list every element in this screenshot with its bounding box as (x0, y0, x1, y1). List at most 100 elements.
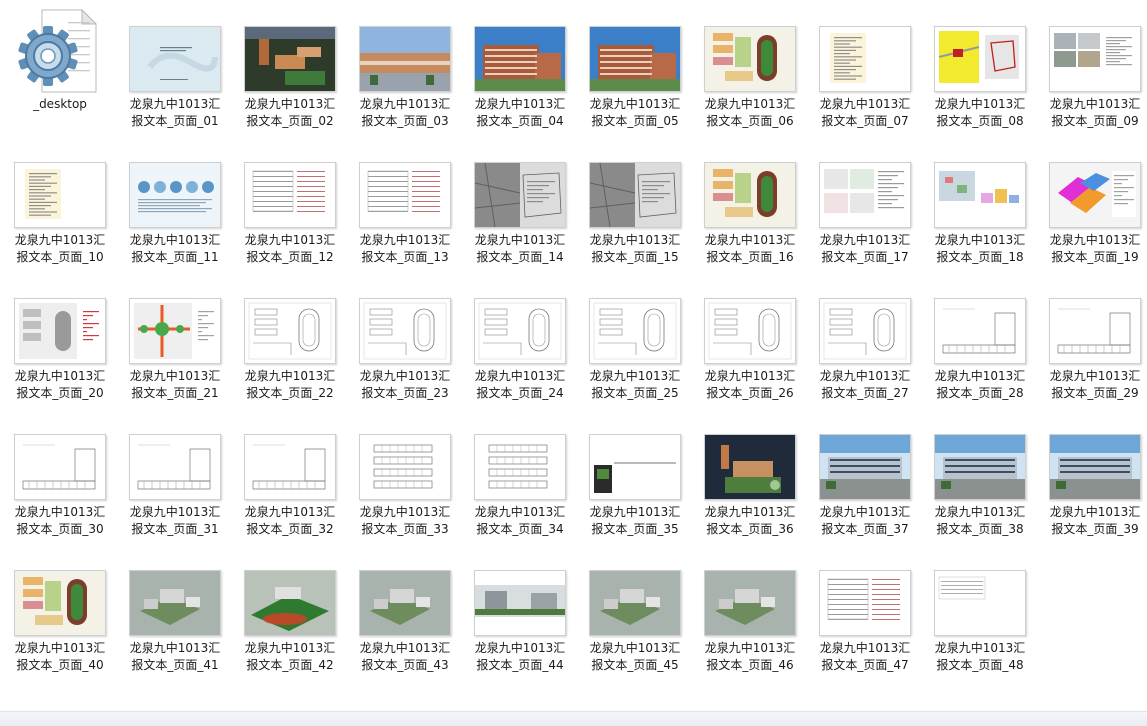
file-name-label: 龙泉九中1013汇 报文本_页面_16 (704, 233, 796, 264)
file-name-label: 龙泉九中1013汇 报文本_页面_09 (1049, 97, 1141, 128)
pdf-page-file[interactable]: 龙泉九中1013汇 报文本_页面_15 (581, 136, 689, 264)
pdf-page-file[interactable]: 龙泉九中1013汇 报文本_页面_39 (1041, 408, 1147, 536)
pdf-page-file[interactable]: 龙泉九中1013汇 报文本_页面_41 (121, 544, 229, 672)
pdf-page-file[interactable]: 龙泉九中1013汇 报文本_页面_19 (1041, 136, 1147, 264)
pdf-page-file[interactable]: 龙泉九中1013汇 报文本_页面_29 (1041, 272, 1147, 400)
file-name-label: 龙泉九中1013汇 报文本_页面_47 (819, 641, 911, 672)
file-name-label: 龙泉九中1013汇 报文本_页面_26 (704, 369, 796, 400)
file-name-label: 龙泉九中1013汇 报文本_页面_08 (934, 97, 1026, 128)
file-thumbnail-icon (589, 162, 681, 228)
pdf-page-file[interactable]: 龙泉九中1013汇 报文本_页面_06 (696, 0, 804, 128)
file-name-label: 龙泉九中1013汇 报文本_页面_37 (819, 505, 911, 536)
file-thumbnail-icon (359, 162, 451, 228)
pdf-page-file[interactable]: 龙泉九中1013汇 报文本_页面_20 (6, 272, 114, 400)
file-name-label: 龙泉九中1013汇 报文本_页面_22 (244, 369, 336, 400)
pdf-page-file[interactable]: 龙泉九中1013汇 报文本_页面_18 (926, 136, 1034, 264)
file-name-label: 龙泉九中1013汇 报文本_页面_01 (129, 97, 221, 128)
file-thumbnail-icon (244, 298, 336, 364)
file-thumbnail-icon (474, 298, 566, 364)
file-name-label: 龙泉九中1013汇 报文本_页面_04 (474, 97, 566, 128)
file-thumbnail-icon (14, 570, 106, 636)
pdf-page-file[interactable]: 龙泉九中1013汇 报文本_页面_43 (351, 544, 459, 672)
status-bar (0, 711, 1147, 726)
file-thumbnail-icon (244, 26, 336, 92)
file-thumbnail-icon (359, 298, 451, 364)
file-thumbnail-icon (934, 434, 1026, 500)
file-thumbnail-icon (819, 162, 911, 228)
pdf-page-file[interactable]: 龙泉九中1013汇 报文本_页面_45 (581, 544, 689, 672)
file-name-label: 龙泉九中1013汇 报文本_页面_10 (14, 233, 106, 264)
file-name-label: 龙泉九中1013汇 报文本_页面_27 (819, 369, 911, 400)
pdf-page-file[interactable]: 龙泉九中1013汇 报文本_页面_32 (236, 408, 344, 536)
file-name-label: 龙泉九中1013汇 报文本_页面_32 (244, 505, 336, 536)
file-thumbnail-icon (589, 26, 681, 92)
pdf-page-file[interactable]: 龙泉九中1013汇 报文本_页面_36 (696, 408, 804, 536)
pdf-page-file[interactable]: 龙泉九中1013汇 报文本_页面_01 (121, 0, 229, 128)
pdf-page-file[interactable]: 龙泉九中1013汇 报文本_页面_13 (351, 136, 459, 264)
file-thumbnail-icon (934, 570, 1026, 636)
pdf-page-file[interactable]: 龙泉九中1013汇 报文本_页面_24 (466, 272, 574, 400)
file-thumbnail-icon (704, 434, 796, 500)
file-thumbnail-icon (474, 162, 566, 228)
file-thumbnail-icon (129, 162, 221, 228)
pdf-page-file[interactable]: 龙泉九中1013汇 报文本_页面_10 (6, 136, 114, 264)
file-name-label: 龙泉九中1013汇 报文本_页面_13 (359, 233, 451, 264)
file-thumbnail-icon (819, 570, 911, 636)
pdf-page-file[interactable]: 龙泉九中1013汇 报文本_页面_46 (696, 544, 804, 672)
file-thumbnail-icon (704, 26, 796, 92)
pdf-page-file[interactable]: 龙泉九中1013汇 报文本_页面_44 (466, 544, 574, 672)
pdf-page-file[interactable]: 龙泉九中1013汇 报文本_页面_31 (121, 408, 229, 536)
file-thumbnail-icon (359, 434, 451, 500)
pdf-page-file[interactable]: 龙泉九中1013汇 报文本_页面_14 (466, 136, 574, 264)
pdf-page-file[interactable]: 龙泉九中1013汇 报文本_页面_28 (926, 272, 1034, 400)
pdf-page-file[interactable]: 龙泉九中1013汇 报文本_页面_47 (811, 544, 919, 672)
pdf-page-file[interactable]: 龙泉九中1013汇 报文本_页面_04 (466, 0, 574, 128)
pdf-page-file[interactable]: 龙泉九中1013汇 报文本_页面_40 (6, 544, 114, 672)
file-thumbnail-icon (244, 162, 336, 228)
file-name-label: 龙泉九中1013汇 报文本_页面_15 (589, 233, 681, 264)
pdf-page-file[interactable]: 龙泉九中1013汇 报文本_页面_26 (696, 272, 804, 400)
file-thumbnail-icon (589, 570, 681, 636)
pdf-page-file[interactable]: 龙泉九中1013汇 报文本_页面_30 (6, 408, 114, 536)
pdf-page-file[interactable]: 龙泉九中1013汇 报文本_页面_33 (351, 408, 459, 536)
file-thumbnail-icon (244, 434, 336, 500)
pdf-page-file[interactable]: 龙泉九中1013汇 报文本_页面_05 (581, 0, 689, 128)
pdf-page-file[interactable]: 龙泉九中1013汇 报文本_页面_11 (121, 136, 229, 264)
pdf-page-file[interactable]: 龙泉九中1013汇 报文本_页面_03 (351, 0, 459, 128)
pdf-page-file[interactable]: 龙泉九中1013汇 报文本_页面_22 (236, 272, 344, 400)
file-thumbnail-icon (474, 570, 566, 636)
file-name-label: 龙泉九中1013汇 报文本_页面_06 (704, 97, 796, 128)
file-thumbnail-icon (129, 570, 221, 636)
pdf-page-file[interactable]: 龙泉九中1013汇 报文本_页面_35 (581, 408, 689, 536)
desktop-settings-file[interactable]: _desktop (6, 0, 114, 120)
pdf-page-file[interactable]: 龙泉九中1013汇 报文本_页面_38 (926, 408, 1034, 536)
file-name-label: 龙泉九中1013汇 报文本_页面_36 (704, 505, 796, 536)
pdf-page-file[interactable]: 龙泉九中1013汇 报文本_页面_07 (811, 0, 919, 128)
file-thumbnail-icon (819, 434, 911, 500)
pdf-page-file[interactable]: 龙泉九中1013汇 报文本_页面_42 (236, 544, 344, 672)
pdf-page-file[interactable]: 龙泉九中1013汇 报文本_页面_16 (696, 136, 804, 264)
file-name-label: 龙泉九中1013汇 报文本_页面_40 (14, 641, 106, 672)
pdf-page-file[interactable]: 龙泉九中1013汇 报文本_页面_37 (811, 408, 919, 536)
file-name-label: 龙泉九中1013汇 报文本_页面_28 (934, 369, 1026, 400)
pdf-page-file[interactable]: 龙泉九中1013汇 报文本_页面_27 (811, 272, 919, 400)
file-thumbnail-icon (129, 434, 221, 500)
pdf-page-file[interactable]: 龙泉九中1013汇 报文本_页面_02 (236, 0, 344, 128)
pdf-page-file[interactable]: 龙泉九中1013汇 报文本_页面_17 (811, 136, 919, 264)
file-thumbnail-icon (474, 26, 566, 92)
pdf-page-file[interactable]: 龙泉九中1013汇 报文本_页面_08 (926, 0, 1034, 128)
pdf-page-file[interactable]: 龙泉九中1013汇 报文本_页面_12 (236, 136, 344, 264)
file-name-label: 龙泉九中1013汇 报文本_页面_25 (589, 369, 681, 400)
gear-document-icon (16, 8, 102, 94)
file-name-label: 龙泉九中1013汇 报文本_页面_19 (1049, 233, 1141, 264)
file-thumbnail-icon (704, 570, 796, 636)
pdf-page-file[interactable]: 龙泉九中1013汇 报文本_页面_23 (351, 272, 459, 400)
file-thumbnail-icon (1049, 26, 1141, 92)
pdf-page-file[interactable]: 龙泉九中1013汇 报文本_页面_48 (926, 544, 1034, 672)
file-name-label: 龙泉九中1013汇 报文本_页面_35 (589, 505, 681, 536)
pdf-page-file[interactable]: 龙泉九中1013汇 报文本_页面_21 (121, 272, 229, 400)
file-name-label: 龙泉九中1013汇 报文本_页面_17 (819, 233, 911, 264)
pdf-page-file[interactable]: 龙泉九中1013汇 报文本_页面_09 (1041, 0, 1147, 128)
pdf-page-file[interactable]: 龙泉九中1013汇 报文本_页面_25 (581, 272, 689, 400)
pdf-page-file[interactable]: 龙泉九中1013汇 报文本_页面_34 (466, 408, 574, 536)
